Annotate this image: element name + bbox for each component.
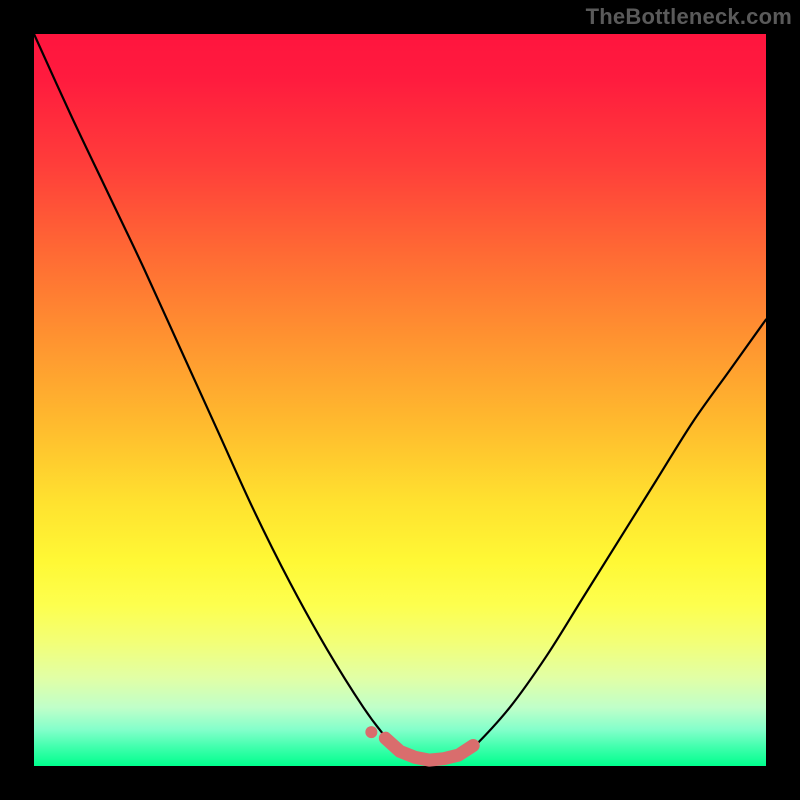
- watermark-label: TheBottleneck.com: [586, 4, 792, 30]
- optimal-range-start-dot: [365, 726, 377, 738]
- chart-frame: TheBottleneck.com: [0, 0, 800, 800]
- chart-svg: [34, 34, 766, 766]
- optimal-range-line: [385, 738, 473, 760]
- bottleneck-curve: [34, 34, 766, 762]
- plot-area: [34, 34, 766, 766]
